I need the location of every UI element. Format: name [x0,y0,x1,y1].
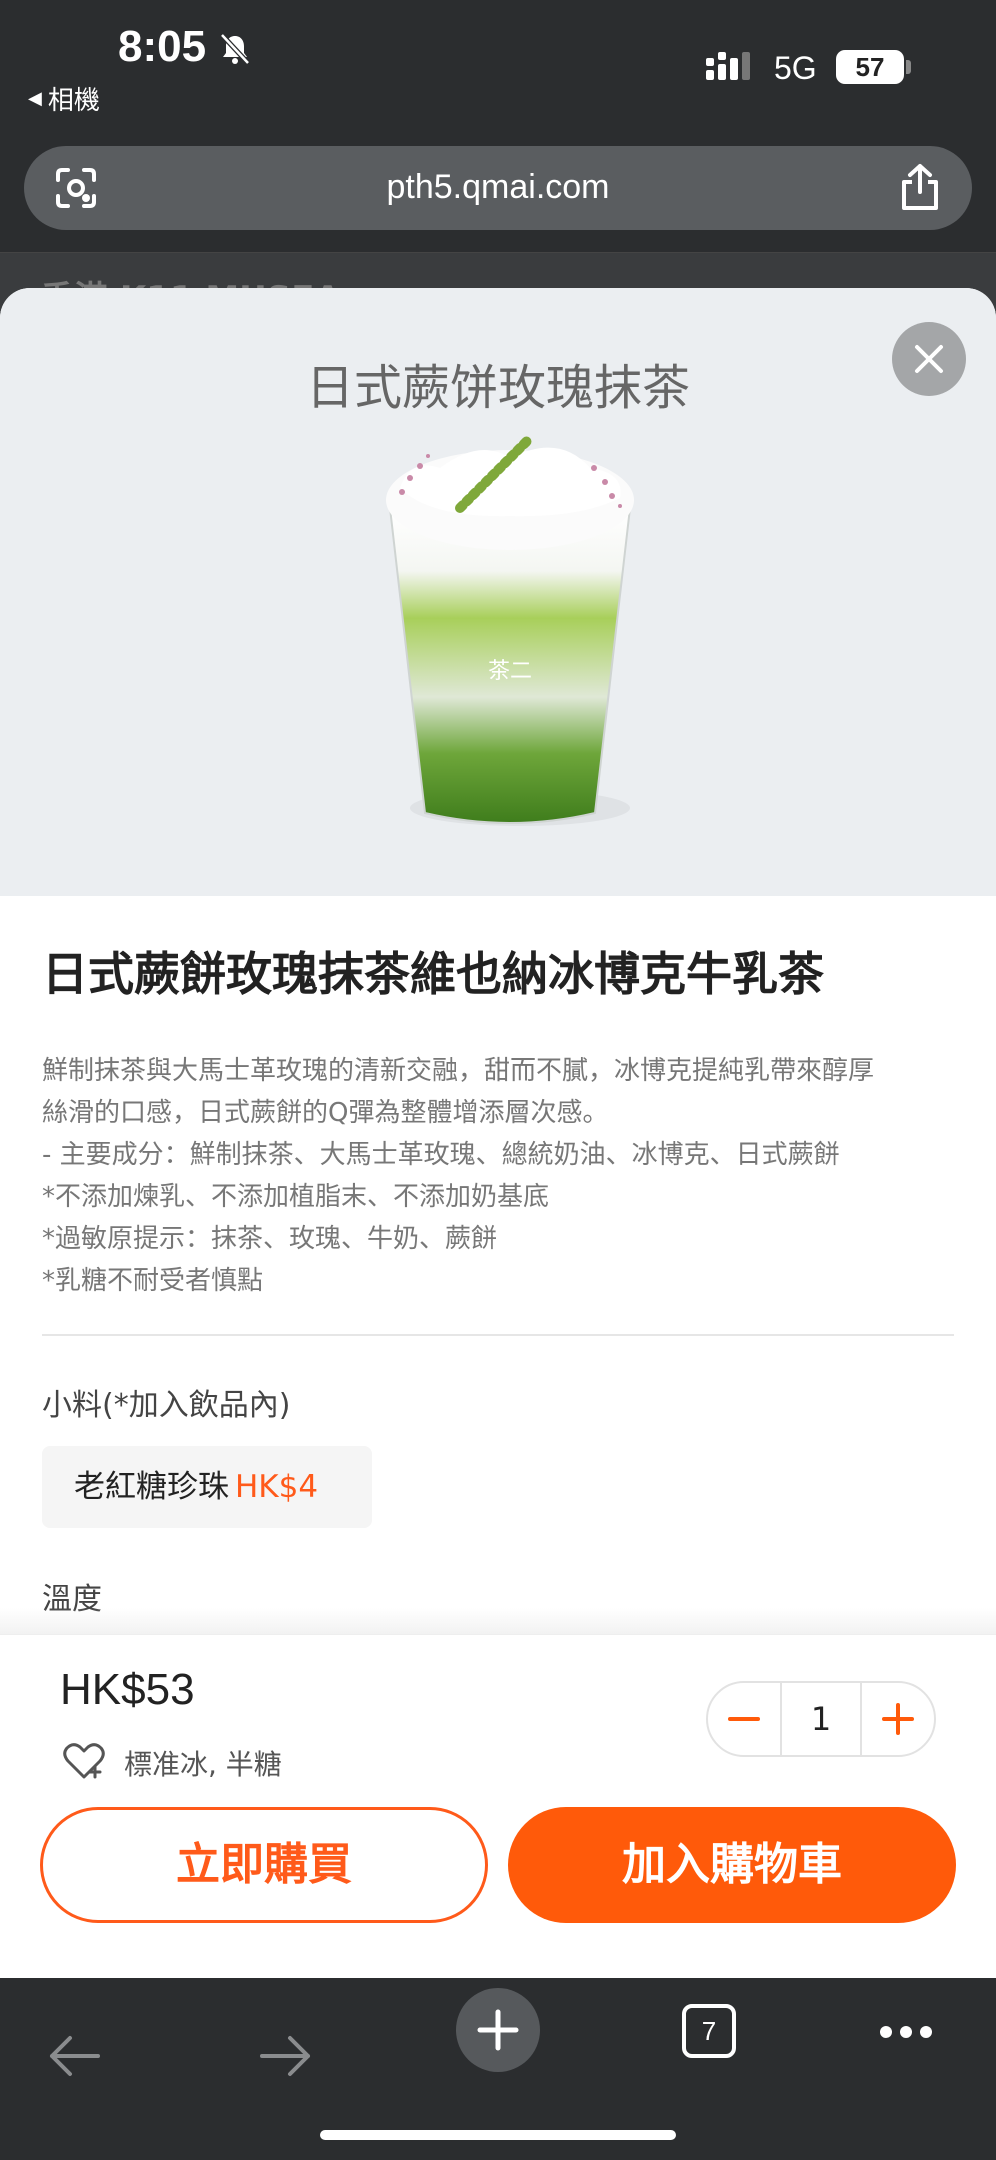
quantity-value[interactable]: 1 [780,1683,862,1755]
minus-icon [728,1717,760,1721]
topping-price: HK$4 [235,1469,319,1505]
product-description: 鮮制抹茶與大馬士革玫瑰的清新交融，甜而不膩，冰博克提純乳帶來醇厚 絲滑的口感，日… [42,1050,962,1302]
topping-option-brown-sugar-pearl[interactable]: 老紅糖珍珠 HK$4 [42,1446,372,1528]
total-price: HK$53 [60,1665,195,1714]
add-to-cart-button[interactable]: 加入購物車 [508,1807,956,1923]
buy-now-button[interactable]: 立即購買 [40,1807,488,1923]
back-app-label: 相機 [47,86,100,116]
toppings-section-title: 小料(*加入飲品內) [42,1388,291,1423]
bell-muted-icon [220,33,250,65]
quantity-stepper: 1 [706,1681,936,1757]
plus-icon [882,1703,914,1735]
address-bar[interactable]: pth5.qmai.com [24,146,972,230]
description-line: - 主要成分：鮮制抹茶、大馬士革玫瑰、總統奶油、冰博克、日式蕨餅 [42,1140,840,1170]
battery-tip [906,60,911,74]
selected-spec: 標准冰, 半糖 [124,1748,282,1781]
description-line: 絲滑的口感，日式蕨餅的Q彈為整體增添層次感。 [42,1098,609,1128]
home-indicator [320,2130,676,2140]
product-image: 茶二 [386,433,634,826]
back-arrow-icon[interactable] [46,2028,102,2084]
checkout-panel: HK$53 標准冰, 半糖 1 立即購買 加入購物車 [0,1634,996,1978]
network-type: 5G [774,50,817,86]
description-line: 鮮制抹茶與大馬士革玫瑰的清新交融，甜而不膩，冰博克提純乳帶來醇厚 [42,1056,875,1086]
forward-arrow-icon[interactable] [258,2028,314,2084]
hero-title: 日式蕨饼玫瑰抹茶 [305,360,690,416]
product-detail-sheet: 日式蕨饼玫瑰抹茶 茶二 日式蕨餅玫瑰抹茶維也納冰博克牛乳茶 鮮制抹茶與大馬士革玫… [0,288,996,1978]
signal-icon [706,52,750,80]
tab-switcher-button[interactable]: 7 [682,2004,736,2058]
favorite-heart-icon[interactable] [62,1741,106,1781]
close-button[interactable] [892,322,966,396]
description-line: *過敏原提示：抹茶、玫瑰、牛奶、蕨餅 [42,1224,498,1254]
share-icon[interactable] [898,162,942,212]
description-line: *不添加煉乳、不添加植脂末、不添加奶基底 [42,1182,550,1212]
new-tab-button[interactable] [456,1988,540,2072]
back-to-app-link[interactable]: ◀ 相機 [28,80,100,117]
increase-quantity-button[interactable] [862,1683,934,1755]
divider [42,1334,954,1336]
back-triangle-icon: ◀ [28,88,42,109]
topping-name: 老紅糖珍珠 [74,1469,229,1505]
more-menu-icon[interactable] [878,2022,934,2042]
browser-toolbar: 7 [0,1978,996,2160]
url-text[interactable]: pth5.qmai.com [24,168,972,207]
status-bar: 8:05 ◀ 相機 5G 57 [0,0,996,135]
product-name: 日式蕨餅玫瑰抹茶維也納冰博克牛乳茶 [42,947,824,1001]
description-line: *乳糖不耐受者慎點 [42,1266,264,1296]
decrease-quantity-button[interactable] [708,1683,780,1755]
battery-indicator: 57 [836,50,904,84]
close-icon [915,345,943,373]
product-hero: 日式蕨饼玫瑰抹茶 茶二 [0,288,996,896]
cup-logo: 茶二 [488,659,532,684]
status-time: 8:05 [118,22,207,71]
plus-icon [477,2009,519,2051]
